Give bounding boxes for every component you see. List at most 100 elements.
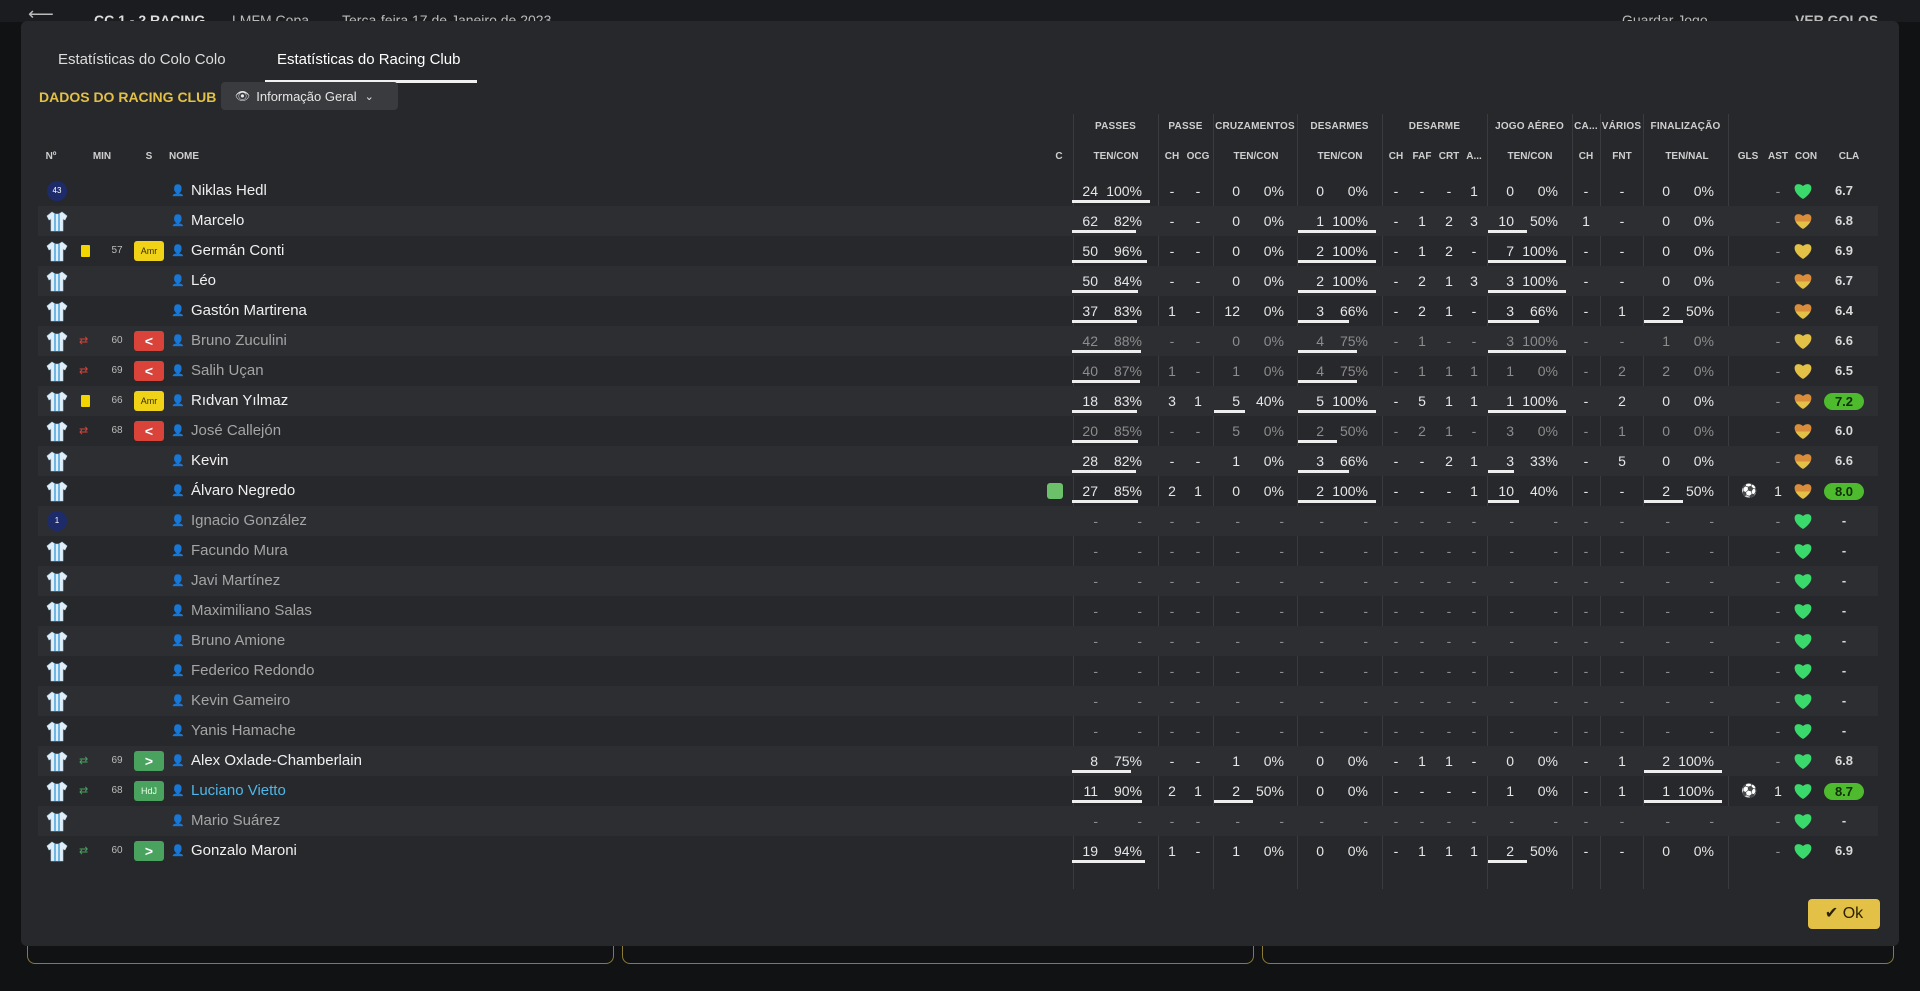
table-row[interactable]: ⇄ 69 < 👤 Salih Uçan 40 87% 1-1 0% 4 75% -1 1 1 1 0% -2 2 0… — [38, 356, 1878, 386]
table-row[interactable]: 👤 Maximiliano Salas - - - - - - - - - - - - - - - - - - - - — [38, 596, 1878, 626]
table-row[interactable]: 👤 Léo 50 84% - -0 0% 2 100% -2 1 3 3 100% - -0 0% -6.7 — [38, 266, 1878, 296]
column-header-desarme-a[interactable]: A... — [1462, 151, 1486, 162]
passes-success-bar — [1072, 860, 1145, 863]
column-header-s[interactable]: S — [140, 151, 158, 162]
player-name[interactable]: Maximiliano Salas — [191, 596, 312, 626]
table-row[interactable]: ⇄ 68 HdJ 👤 Luciano Vietto 11 90% 2 1 2 50% 0 0% - - - -1… — [38, 776, 1878, 806]
player-name[interactable]: Gonzalo Maroni — [191, 836, 297, 866]
player-rating: 6.0 — [1834, 423, 1854, 438]
tackles-success-bar — [1298, 260, 1376, 263]
table-row[interactable]: 👤 Gastón Martirena 37 83% 1-12 0% 3 66% -2 1-3 66%… — [38, 296, 1878, 326]
table-row[interactable]: 👤 Federico Redondo - - - - - - - - - - - - - - - - - - - - — [38, 656, 1878, 686]
tab-colo-colo-stats[interactable]: Estatísticas do Colo Colo — [58, 48, 226, 80]
player-name[interactable]: Yanis Hamache — [191, 716, 296, 746]
column-header-passe-ch[interactable]: CH — [1162, 151, 1182, 162]
player-name[interactable]: Bruno Zuculini — [191, 326, 287, 356]
player-name[interactable]: Rıdvan Yılmaz — [191, 386, 288, 416]
column-header-min[interactable]: MIN — [88, 151, 116, 162]
table-row[interactable]: 66 Amr 👤 Rıdvan Yılmaz 18 83% 3 1 5 40% 5 100% -5 1 1 1… — [38, 386, 1878, 416]
player-name[interactable]: José Callejón — [191, 416, 281, 446]
player-name[interactable]: Marcelo — [191, 206, 244, 236]
varios-fnt-value: - — [1619, 213, 1625, 229]
player-name[interactable]: Ignacio González — [191, 506, 307, 536]
person-icon: 👤 — [171, 425, 185, 437]
column-header-desarme-faf[interactable]: FAF — [1410, 151, 1434, 162]
column-header-varios-fnt[interactable]: FNT — [1605, 151, 1639, 162]
player-name[interactable]: Niklas Hedl — [191, 176, 267, 206]
player-name[interactable]: Alex Oxlade-Chamberlain — [191, 746, 362, 776]
table-row[interactable]: 57 Amr 👤 Germán Conti 50 96% - -0 0% 2 100% -1 2-7 10… — [38, 236, 1878, 266]
column-header-desarme-ch[interactable]: CH — [1386, 151, 1406, 162]
status-badge: Amr — [134, 391, 164, 411]
column-header-aereo-tc[interactable]: TEN/CON — [1490, 151, 1570, 162]
column-header-nome[interactable]: NOME — [169, 151, 229, 162]
aerial-attempts: - — [1509, 603, 1514, 619]
column-header-desarme-crt[interactable]: CRT — [1437, 151, 1461, 162]
player-name[interactable]: Kevin — [191, 446, 229, 476]
table-row[interactable]: 👤 Javi Martínez - - - - - - - - - - - - - - - - - - - - — [38, 566, 1878, 596]
crosses-attempts: 1 — [1232, 363, 1240, 379]
player-name[interactable]: Luciano Vietto — [191, 776, 286, 806]
finishing-success-bar — [1644, 320, 1683, 323]
player-name[interactable]: Kevin Gameiro — [191, 686, 290, 716]
desarme-crt-value: - — [1446, 693, 1452, 709]
player-rating: - — [1841, 663, 1847, 678]
finishing-attempts: - — [1665, 663, 1670, 679]
tab-racing-club-stats[interactable]: Estatísticas do Racing Club — [265, 48, 477, 83]
player-name[interactable]: Álvaro Negredo — [191, 476, 295, 506]
ca-ch-value: 1 — [1582, 213, 1590, 229]
eye-icon: 👁 — [235, 89, 251, 103]
ca-ch-value: - — [1583, 813, 1589, 829]
column-header-cla[interactable]: CLA — [1831, 151, 1867, 162]
column-header-ast[interactable]: AST — [1765, 151, 1791, 162]
table-row[interactable]: 👤 Mario Suárez - - - - - - - - - - - - - - - - - - - - — [38, 806, 1878, 836]
table-row[interactable]: ⇄ 68 < 👤 José Callejón 20 85% - -5 0% 2 50% -2 1-3 0% -… — [38, 416, 1878, 446]
player-name[interactable]: Facundo Mura — [191, 536, 288, 566]
group-header-desarme: DESARME — [1408, 121, 1461, 132]
player-name[interactable]: Gastón Martirena — [191, 296, 307, 326]
player-name[interactable]: Léo — [191, 266, 216, 296]
player-name[interactable]: Mario Suárez — [191, 806, 280, 836]
table-row[interactable]: 43 👤 Niklas Hedl 24 100% - -0 0% 0 0% - - -1 0 0% - -0 0%… — [38, 176, 1878, 206]
table-row[interactable]: ⇄ 60 > 👤 Gonzalo Maroni 19 94% 1-1 0% 0 0% -1 1 1 2 50%… — [38, 836, 1878, 866]
passes-success-bar — [1072, 200, 1150, 203]
column-header-fin-tn[interactable]: TEN/NAL — [1647, 151, 1727, 162]
player-name[interactable]: Javi Martínez — [191, 566, 280, 596]
desarme-a-value: - — [1471, 333, 1477, 349]
view-selector-dropdown[interactable]: 👁 Informação Geral ⌄ — [221, 82, 398, 110]
table-row[interactable]: 👤 Kevin Gameiro - - - - - - - - - - - - - - - - - - - - — [38, 686, 1878, 716]
table-row[interactable]: 👤 Yanis Hamache - - - - - - - - - - - - - - - - - - - - — [38, 716, 1878, 746]
column-header-gls[interactable]: GLS — [1733, 151, 1763, 162]
table-row[interactable]: 👤 Kevin 28 82% - -1 0% 3 66% - -2 1 3 33% -5 0 0% -6.6 — [38, 446, 1878, 476]
player-name[interactable]: Federico Redondo — [191, 656, 314, 686]
column-header-passe-ocg[interactable]: OCG — [1184, 151, 1212, 162]
column-header-des-tc[interactable]: TEN/CON — [1300, 151, 1380, 162]
ok-button[interactable]: ✔ Ok — [1808, 899, 1880, 929]
desarme-crt-value: - — [1446, 513, 1452, 529]
column-header-passes-tc[interactable]: TEN/CON — [1076, 151, 1156, 162]
table-row[interactable]: 👤 Bruno Amione - - - - - - - - - - - - - - - - - - - - — [38, 626, 1878, 656]
desarme-a-value: - — [1471, 813, 1477, 829]
table-row[interactable]: 1 👤 Ignacio González - - - - - - - - - - - - - - - - - - - - — [38, 506, 1878, 536]
player-name[interactable]: Germán Conti — [191, 236, 284, 266]
table-row[interactable]: 👤 Marcelo 62 82% - -0 0% 1 100% -1 2 3 10 50% 1-0 0% -6.… — [38, 206, 1878, 236]
column-header-cruz-tc[interactable]: TEN/CON — [1216, 151, 1296, 162]
finishing-attempts: - — [1665, 513, 1670, 529]
column-header-c[interactable]: C — [1052, 151, 1066, 162]
table-row[interactable]: 👤 Facundo Mura - - - - - - - - - - - - - - - - - - - - — [38, 536, 1878, 566]
column-header-no[interactable]: Nº — [38, 151, 64, 162]
column-header-con[interactable]: CON — [1793, 151, 1819, 162]
varios-fnt-value: 2 — [1618, 393, 1626, 409]
crosses-attempts: 0 — [1232, 483, 1240, 499]
table-row[interactable]: ⇄ 60 < 👤 Bruno Zuculini 42 88% - -0 0% 4 75% -1- -3 10… — [38, 326, 1878, 356]
column-header-ca-ch[interactable]: CH — [1575, 151, 1597, 162]
table-row[interactable]: ⇄ 69 > 👤 Alex Oxlade-Chamberlain 8 75% - -1 0% 0 0%… — [38, 746, 1878, 776]
player-name[interactable]: Salih Uçan — [191, 356, 264, 386]
background-panel — [622, 945, 1254, 964]
table-row[interactable]: 👤 Álvaro Negredo 27 85% 2 1 0 0% 2 100% - - -1 10 40% -… — [38, 476, 1878, 506]
finishing-percent: - — [1709, 573, 1714, 589]
background-topbar: ⟵ CC 1 - 2 RACING LMFM Copa Terça-feira … — [0, 0, 1920, 28]
aerial-percent: 0% — [1537, 183, 1558, 199]
assists-value: - — [1775, 843, 1781, 859]
player-name[interactable]: Bruno Amione — [191, 626, 285, 656]
